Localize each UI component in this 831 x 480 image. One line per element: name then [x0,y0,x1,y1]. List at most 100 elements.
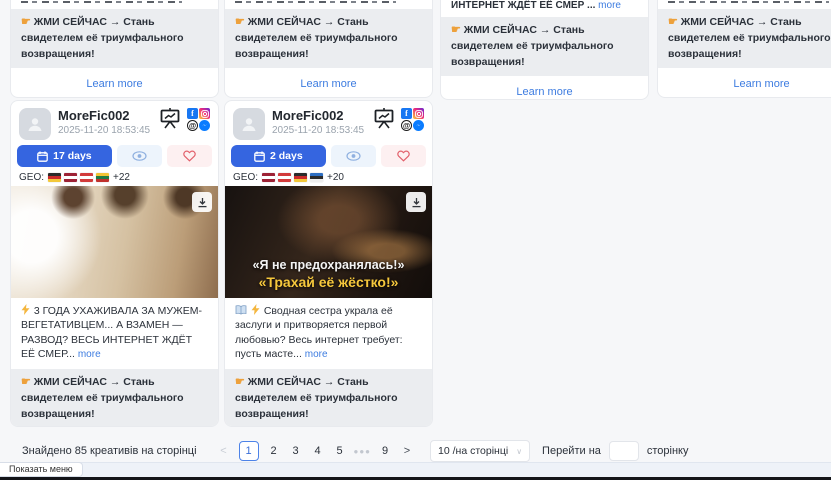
jump-pages-ellipsis[interactable]: ●●● [354,447,372,456]
messenger-icon[interactable] [199,120,210,131]
more-link[interactable]: more [305,349,328,360]
geo-more-count: +22 [113,172,130,183]
country-flag [262,173,275,182]
ad-card-partial-2: ☛ ЖМИ СЕЙЧАС → Стань свидетелем её триум… [224,0,433,98]
goto-page-label: Перейти на [542,445,601,457]
prev-page-button[interactable]: < [216,445,232,457]
footer-strip [0,462,831,477]
country-flag [294,173,307,182]
country-flag [64,173,77,182]
heart-icon [183,150,196,162]
learn-more-link[interactable]: Learn more [516,86,572,98]
threads-icon[interactable]: @ [401,120,412,131]
days-label: 17 days [53,150,92,162]
threads-icon[interactable]: @ [187,120,198,131]
download-image-button[interactable] [406,192,426,212]
more-link[interactable]: more [598,0,621,11]
cta-banner: ☛ ЖМИ СЕЙЧАС → Стань свидетелем её триум… [225,9,432,68]
clipped-text-remnant [21,0,208,3]
learn-more-link[interactable]: Learn more [300,78,356,90]
page-button-3[interactable]: 3 [288,445,304,457]
book-icon [235,305,247,315]
clipped-text-remnant [235,0,422,3]
ad-card-1: MoreFic002 2025-11-20 18:53:45 f @ 17 da… [10,100,219,427]
creative-image[interactable]: «Я не предохранялась!» «Трахай её жёстко… [225,186,432,298]
page-button-1[interactable]: 1 [239,441,259,461]
goto-page-input[interactable] [609,441,639,461]
cta-banner: ☛ ЖМИ СЕЙЧАС → Стань свидетелем её триум… [441,17,648,76]
country-flag [80,173,93,182]
facebook-icon[interactable]: f [401,108,412,119]
page-button-2[interactable]: 2 [266,445,282,457]
ad-description: 3 ГОДА УХАЖИВАЛА ЗА МУЖЕМ-ВЕГЕТАТИВЦЕМ..… [11,298,218,366]
lightning-icon [251,304,260,315]
download-image-button[interactable] [192,192,212,212]
ad-card-partial-1: ☛ ЖМИ СЕЙЧАС → Стань свидетелем её триум… [10,0,219,98]
next-page-button[interactable]: > [399,445,415,457]
favorite-button[interactable] [167,145,212,167]
account-name: MoreFic002 [58,108,150,123]
geo-label: GEO: [233,172,258,183]
account-name: MoreFic002 [272,108,364,123]
favorite-button[interactable] [381,145,426,167]
eye-icon [346,151,361,161]
presentation-chart-icon[interactable] [159,108,181,129]
days-label: 2 days [270,150,303,162]
learn-more-link[interactable]: Learn more [86,78,142,90]
cta-text: ЖМИ СЕЙЧАС → Стань свидетелем её триумфа… [235,16,398,60]
country-flag [96,173,109,182]
ad-card-2: MoreFic002 2025-11-20 18:53:45 f @ 2 day… [224,100,433,427]
creatives-spy-page: ☛ ЖМИ СЕЙЧАС → Стань свидетелем её триум… [0,0,831,480]
clipped-text-remnant [668,0,831,3]
per-page-select[interactable]: 10 /на сторінці∨ [430,440,530,462]
country-flag [310,173,323,182]
timestamp: 2025-11-20 18:53:45 [58,125,150,136]
results-count: Знайдено 85 креативів на сторінці [22,445,197,457]
creative-overlay-text: «Я не предохранялась!» «Трахай её жёстко… [225,258,432,290]
geo-more-count: +20 [327,172,344,183]
cta-banner: ☛ ЖМИ СЕЙЧАС → Стань свидетелем её триум… [11,9,218,68]
cta-banner: ☛ ЖМИ СЕЙЧАС → Стань свидетелем её триум… [225,369,432,427]
cta-text: ЖМИ СЕЙЧАС → Стань свидетелем её триумфа… [21,376,184,420]
ad-description-clipped: ИНТЕРНЕТ ЖДЁТ ЕЁ СМЕР ... more [451,0,638,11]
country-flag [278,173,291,182]
ad-description: Сводная сестра украла её заслуги и притв… [225,298,432,366]
messenger-icon[interactable] [413,120,424,131]
page-button-5[interactable]: 5 [332,445,348,457]
views-button[interactable] [331,145,376,167]
creative-image[interactable] [11,186,218,298]
facebook-icon[interactable]: f [187,108,198,119]
timestamp: 2025-11-20 18:53:45 [272,125,364,136]
geo-flags [262,173,323,182]
pointing-hand-icon: ☛ [235,376,245,388]
geo-flags [48,173,109,182]
pointing-hand-icon: ☛ [451,24,461,36]
geo-label: GEO: [19,172,44,183]
cta-banner: ☛ ЖМИ СЕЙЧАС → Стань свидетелем её триум… [11,369,218,427]
cta-text: ЖМИ СЕЙЧАС → Стань свидетелем её триумфа… [451,24,614,68]
cta-text: ЖМИ СЕЙЧАС → Стань свидетелем её триумфа… [21,16,184,60]
cta-text: ЖМИ СЕЙЧАС → Стань свидетелем её триумфа… [235,376,398,420]
more-link[interactable]: more [78,349,101,360]
presentation-chart-icon[interactable] [373,108,395,129]
chevron-down-icon: ∨ [516,447,522,456]
views-button[interactable] [117,145,162,167]
page-button-last[interactable]: 9 [377,445,393,457]
instagram-icon[interactable] [413,108,424,119]
days-active-button[interactable]: 2 days [231,145,326,167]
days-active-button[interactable]: 17 days [17,145,112,167]
pointing-hand-icon: ☛ [21,376,31,388]
pointing-hand-icon: ☛ [21,16,31,28]
cta-text: ЖМИ СЕЙЧАС → Стань свидетелем её триумфа… [668,16,831,60]
ad-card-partial-4: ☛ ЖМИ СЕЙЧАС → Стань свидетелем её триум… [657,0,831,98]
country-flag [48,173,61,182]
pagination-bar: Знайдено 85 креативів на сторінці < 1 2 … [22,440,689,462]
avatar [19,108,51,140]
eye-icon [132,151,147,161]
pointing-hand-icon: ☛ [235,16,245,28]
instagram-icon[interactable] [199,108,210,119]
show-menu-button[interactable]: Показать меню [0,462,83,477]
learn-more-link[interactable]: Learn more [733,78,789,90]
page-button-4[interactable]: 4 [310,445,326,457]
avatar [233,108,265,140]
